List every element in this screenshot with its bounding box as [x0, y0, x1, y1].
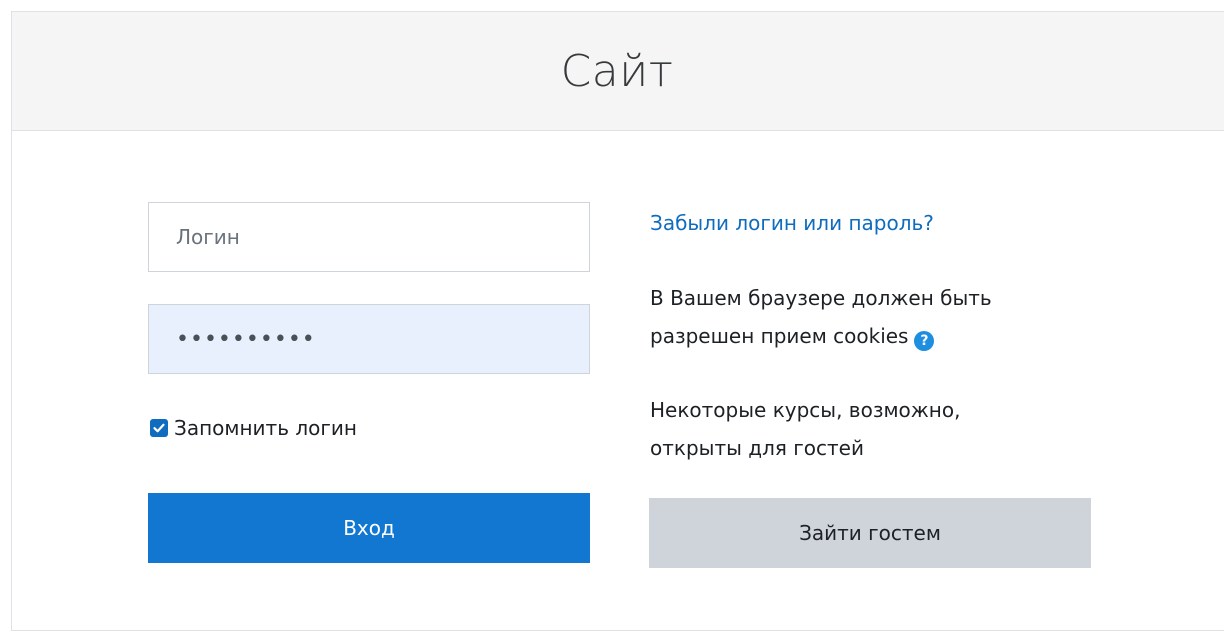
cookies-notice-line2: разрешен прием cookies? [650, 317, 1090, 355]
password-value: •••••••••• [176, 326, 316, 352]
guest-notice-line1: Некоторые курсы, возможно, [650, 398, 961, 422]
guest-notice: Некоторые курсы, возможно, открыты для г… [650, 391, 1090, 467]
card-header: Сайт [12, 12, 1224, 131]
guest-login-button[interactable]: Зайти гостем [649, 498, 1091, 568]
password-input[interactable]: •••••••••• [148, 304, 590, 374]
cookies-notice: В Вашем браузере должен быть разрешен пр… [650, 279, 1090, 355]
guest-notice-line2: открыты для гостей [650, 436, 864, 460]
remember-login[interactable]: Запомнить логин [148, 410, 357, 446]
remember-login-label[interactable]: Запомнить логин [174, 416, 357, 440]
cookies-notice-line2-text: разрешен прием cookies [650, 324, 909, 348]
username-input[interactable] [148, 202, 590, 272]
login-button[interactable]: Вход [148, 493, 590, 563]
cookies-notice-line1: В Вашем браузере должен быть [650, 286, 992, 310]
forgot-password-link[interactable]: Забыли логин или пароль? [650, 205, 934, 241]
question-circle-icon[interactable]: ? [914, 331, 935, 351]
site-title: Сайт [560, 46, 674, 97]
checkmark-icon[interactable] [150, 419, 168, 437]
